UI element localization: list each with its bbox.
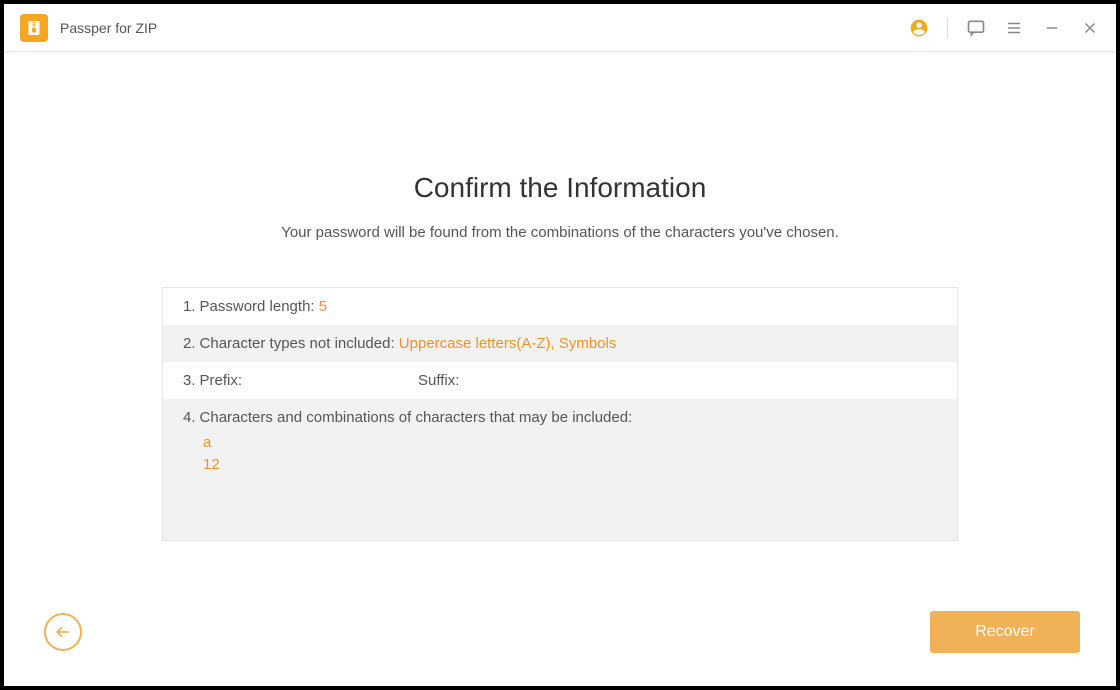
info-summary-box: 1.Password length: 5 2.Character types n… <box>162 287 958 541</box>
row-number: 1. <box>183 298 196 315</box>
row-password-length: 1.Password length: 5 <box>163 288 957 325</box>
feedback-icon[interactable] <box>966 18 986 38</box>
combination-item: a <box>203 432 937 454</box>
bottom-bar: Recover <box>4 592 1116 686</box>
row-number: 4. <box>183 409 196 426</box>
suffix-label: Suffix: <box>418 372 459 389</box>
menu-icon[interactable] <box>1004 18 1024 38</box>
close-icon[interactable] <box>1080 18 1100 38</box>
titlebar-divider <box>947 17 948 39</box>
recover-button[interactable]: Recover <box>930 611 1080 653</box>
page-subtitle: Your password will be found from the com… <box>281 224 839 241</box>
arrow-left-icon <box>53 622 73 642</box>
titlebar-controls <box>909 17 1100 39</box>
row-value: Uppercase letters(A-Z), Symbols <box>399 335 617 352</box>
back-button[interactable] <box>44 613 82 651</box>
page-title: Confirm the Information <box>414 172 707 204</box>
app-window: Passper for ZIP <box>4 4 1116 686</box>
row-label: Character types not included: <box>200 335 399 352</box>
row-combinations: 4.Characters and combinations of charact… <box>163 399 957 540</box>
prefix-label: Prefix: <box>200 372 243 389</box>
row-number: 2. <box>183 335 196 352</box>
combinations-list: a 12 <box>183 426 937 530</box>
row-value: 5 <box>319 298 327 315</box>
row-label: Password length: <box>200 298 319 315</box>
app-zip-icon <box>20 14 48 42</box>
row-number: 3. <box>183 372 196 389</box>
titlebar: Passper for ZIP <box>4 4 1116 52</box>
account-icon[interactable] <box>909 18 929 38</box>
row-label: Characters and combinations of character… <box>200 409 633 426</box>
row-char-types-excluded: 2.Character types not included: Uppercas… <box>163 325 957 362</box>
app-title: Passper for ZIP <box>60 20 157 36</box>
row-prefix-suffix: 3.Prefix: Suffix: <box>163 362 957 399</box>
content-area: Confirm the Information Your password wi… <box>4 52 1116 686</box>
combination-item: 12 <box>203 454 937 476</box>
minimize-icon[interactable] <box>1042 18 1062 38</box>
